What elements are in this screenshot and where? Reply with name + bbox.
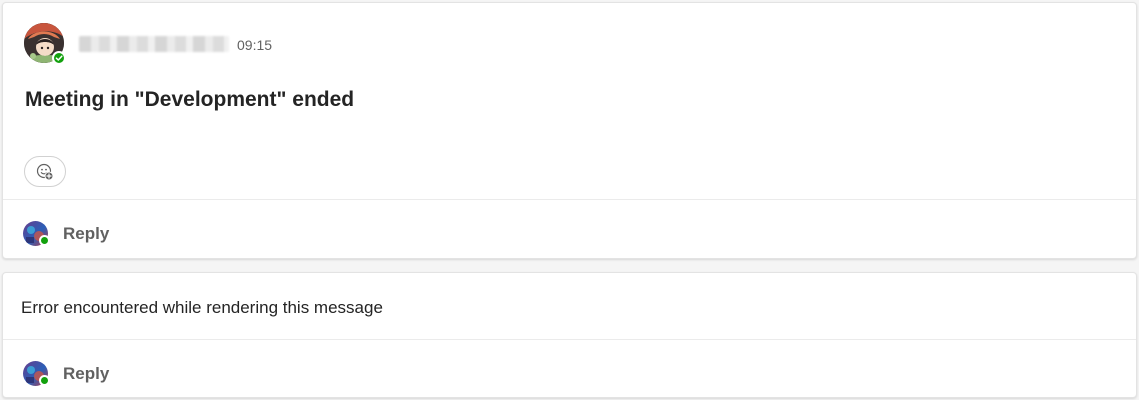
reply-label: Reply — [63, 224, 110, 243]
message-timestamp: 09:15 — [237, 37, 273, 53]
reply-divider — [3, 339, 1136, 340]
presence-available-icon — [39, 375, 50, 386]
message-body: Meeting in "Development" ended — [25, 88, 355, 111]
message-header: 09:15 — [24, 22, 624, 65]
message-card: Error encountered while rendering this m… — [2, 272, 1137, 398]
message-card: 09:15 Meeting in "Development" ended Rep… — [2, 2, 1137, 259]
add-reaction-button[interactable] — [24, 156, 66, 187]
reply-button[interactable]: Reply — [23, 359, 323, 389]
sender-name-redacted — [79, 36, 229, 52]
reply-button[interactable]: Reply — [23, 219, 323, 249]
reply-divider — [3, 199, 1136, 200]
presence-available-icon — [39, 235, 50, 246]
presence-available-icon — [52, 51, 66, 65]
reply-label: Reply — [63, 364, 110, 383]
error-message: Error encountered while rendering this m… — [21, 298, 383, 317]
emoji-add-icon — [36, 163, 54, 180]
